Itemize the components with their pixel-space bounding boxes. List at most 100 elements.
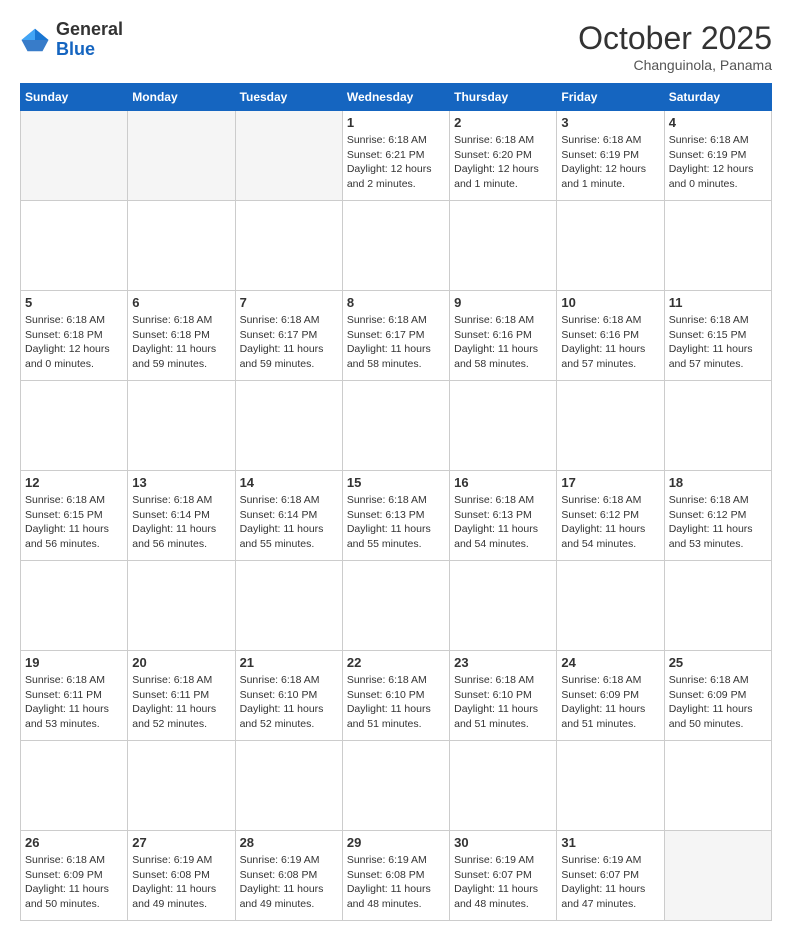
separator-cell [342,741,449,831]
separator-cell [342,201,449,291]
separator-cell [664,741,771,831]
day-number: 23 [454,655,552,670]
calendar-week-row: 5 Sunrise: 6:18 AM Sunset: 6:18 PM Daylig… [21,291,772,381]
calendar-cell: 1Sunrise: 6:18 AM Sunset: 6:21 PM Daylig… [342,111,449,201]
day-info: Sunrise: 6:18 AM Sunset: 6:15 PM Dayligh… [25,493,123,552]
day-number: 10 [561,295,659,310]
calendar-cell: 13 Sunrise: 6:18 AM Sunset: 6:14 PM Dayli… [128,471,235,561]
day-number: 19 [25,655,123,670]
calendar-cell: 20Sunrise: 6:18 AM Sunset: 6:11 PM Dayli… [128,651,235,741]
calendar-week-row: 26 Sunrise: 6:18 AM Sunset: 6:09 PM Dayli… [21,831,772,921]
calendar-cell: 8 Sunrise: 6:18 AM Sunset: 6:17 PM Daylig… [342,291,449,381]
calendar-cell: 3 Sunrise: 6:18 AM Sunset: 6:19 PM Daylig… [557,111,664,201]
header-monday: Monday [128,84,235,111]
header-thursday: Thursday [450,84,557,111]
day-info: Sunrise: 6:19 AM Sunset: 6:08 PM Dayligh… [347,853,445,912]
separator-cell [342,561,449,651]
day-number: 21 [240,655,338,670]
calendar-cell: 9Sunrise: 6:18 AM Sunset: 6:16 PM Daylig… [450,291,557,381]
separator-cell [664,201,771,291]
day-info: Sunrise: 6:18 AM Sunset: 6:14 PM Dayligh… [240,493,338,552]
separator-cell [450,741,557,831]
separator-cell [450,561,557,651]
day-number: 11 [669,295,767,310]
title-block: October 2025 Changuinola, Panama [578,20,772,73]
day-number: 9 [454,295,552,310]
logo: General Blue [20,20,123,60]
row-separator [21,741,772,831]
day-number: 14 [240,475,338,490]
separator-cell [21,381,128,471]
calendar-cell: 29Sunrise: 6:19 AM Sunset: 6:08 PM Dayli… [342,831,449,921]
day-info: Sunrise: 6:18 AM Sunset: 6:18 PM Dayligh… [25,313,123,372]
day-info: Sunrise: 6:18 AM Sunset: 6:18 PM Dayligh… [132,313,230,372]
calendar-cell: 19 Sunrise: 6:18 AM Sunset: 6:11 PM Dayli… [21,651,128,741]
day-info: Sunrise: 6:18 AM Sunset: 6:19 PM Dayligh… [561,133,659,192]
day-number: 1 [347,115,445,130]
day-info: Sunrise: 6:18 AM Sunset: 6:14 PM Dayligh… [132,493,230,552]
row-separator [21,561,772,651]
separator-cell [21,201,128,291]
calendar-cell [664,831,771,921]
day-info: Sunrise: 6:19 AM Sunset: 6:08 PM Dayligh… [240,853,338,912]
day-number: 15 [347,475,445,490]
separator-cell [128,201,235,291]
day-number: 28 [240,835,338,850]
header-wednesday: Wednesday [342,84,449,111]
day-number: 25 [669,655,767,670]
day-info: Sunrise: 6:18 AM Sunset: 6:09 PM Dayligh… [25,853,123,912]
calendar-cell: 24Sunrise: 6:18 AM Sunset: 6:09 PM Dayli… [557,651,664,741]
day-info: Sunrise: 6:18 AM Sunset: 6:13 PM Dayligh… [347,493,445,552]
day-info: Sunrise: 6:18 AM Sunset: 6:16 PM Dayligh… [561,313,659,372]
day-number: 22 [347,655,445,670]
calendar-cell: 7Sunrise: 6:18 AM Sunset: 6:17 PM Daylig… [235,291,342,381]
day-info: Sunrise: 6:18 AM Sunset: 6:13 PM Dayligh… [454,493,552,552]
day-number: 16 [454,475,552,490]
separator-cell [235,561,342,651]
logo-icon [20,25,50,55]
day-number: 6 [132,295,230,310]
day-info: Sunrise: 6:18 AM Sunset: 6:12 PM Dayligh… [669,493,767,552]
separator-cell [557,561,664,651]
day-number: 13 [132,475,230,490]
row-separator [21,381,772,471]
separator-cell [557,381,664,471]
day-number: 20 [132,655,230,670]
day-number: 24 [561,655,659,670]
day-number: 8 [347,295,445,310]
calendar-cell [235,111,342,201]
calendar-cell: 5 Sunrise: 6:18 AM Sunset: 6:18 PM Daylig… [21,291,128,381]
row-separator [21,201,772,291]
day-number: 5 [25,295,123,310]
calendar-body: 1Sunrise: 6:18 AM Sunset: 6:21 PM Daylig… [21,111,772,921]
calendar-cell: 14 Sunrise: 6:18 AM Sunset: 6:14 PM Dayli… [235,471,342,561]
calendar-cell: 27Sunrise: 6:19 AM Sunset: 6:08 PM Dayli… [128,831,235,921]
calendar-cell: 12 Sunrise: 6:18 AM Sunset: 6:15 PM Dayli… [21,471,128,561]
page-header: General Blue October 2025 Changuinola, P… [20,20,772,73]
calendar-week-row: 12 Sunrise: 6:18 AM Sunset: 6:15 PM Dayli… [21,471,772,561]
calendar-cell [21,111,128,201]
calendar-cell: 28 Sunrise: 6:19 AM Sunset: 6:08 PM Dayli… [235,831,342,921]
day-number: 18 [669,475,767,490]
calendar-cell: 22Sunrise: 6:18 AM Sunset: 6:10 PM Dayli… [342,651,449,741]
calendar-cell: 21Sunrise: 6:18 AM Sunset: 6:10 PM Dayli… [235,651,342,741]
calendar-cell: 16 Sunrise: 6:18 AM Sunset: 6:13 PM Dayli… [450,471,557,561]
calendar-cell: 10 Sunrise: 6:18 AM Sunset: 6:16 PM Dayli… [557,291,664,381]
calendar-cell: 18 Sunrise: 6:18 AM Sunset: 6:12 PM Dayli… [664,471,771,561]
day-number: 17 [561,475,659,490]
separator-cell [128,741,235,831]
calendar-cell: 15 Sunrise: 6:18 AM Sunset: 6:13 PM Dayli… [342,471,449,561]
separator-cell [21,561,128,651]
separator-cell [128,561,235,651]
day-number: 12 [25,475,123,490]
day-number: 26 [25,835,123,850]
day-info: Sunrise: 6:18 AM Sunset: 6:11 PM Dayligh… [25,673,123,732]
day-info: Sunrise: 6:18 AM Sunset: 6:17 PM Dayligh… [347,313,445,372]
separator-cell [235,201,342,291]
separator-cell [557,201,664,291]
day-info: Sunrise: 6:18 AM Sunset: 6:12 PM Dayligh… [561,493,659,552]
day-number: 3 [561,115,659,130]
separator-cell [235,741,342,831]
separator-cell [557,741,664,831]
day-info: Sunrise: 6:18 AM Sunset: 6:17 PM Dayligh… [240,313,338,372]
